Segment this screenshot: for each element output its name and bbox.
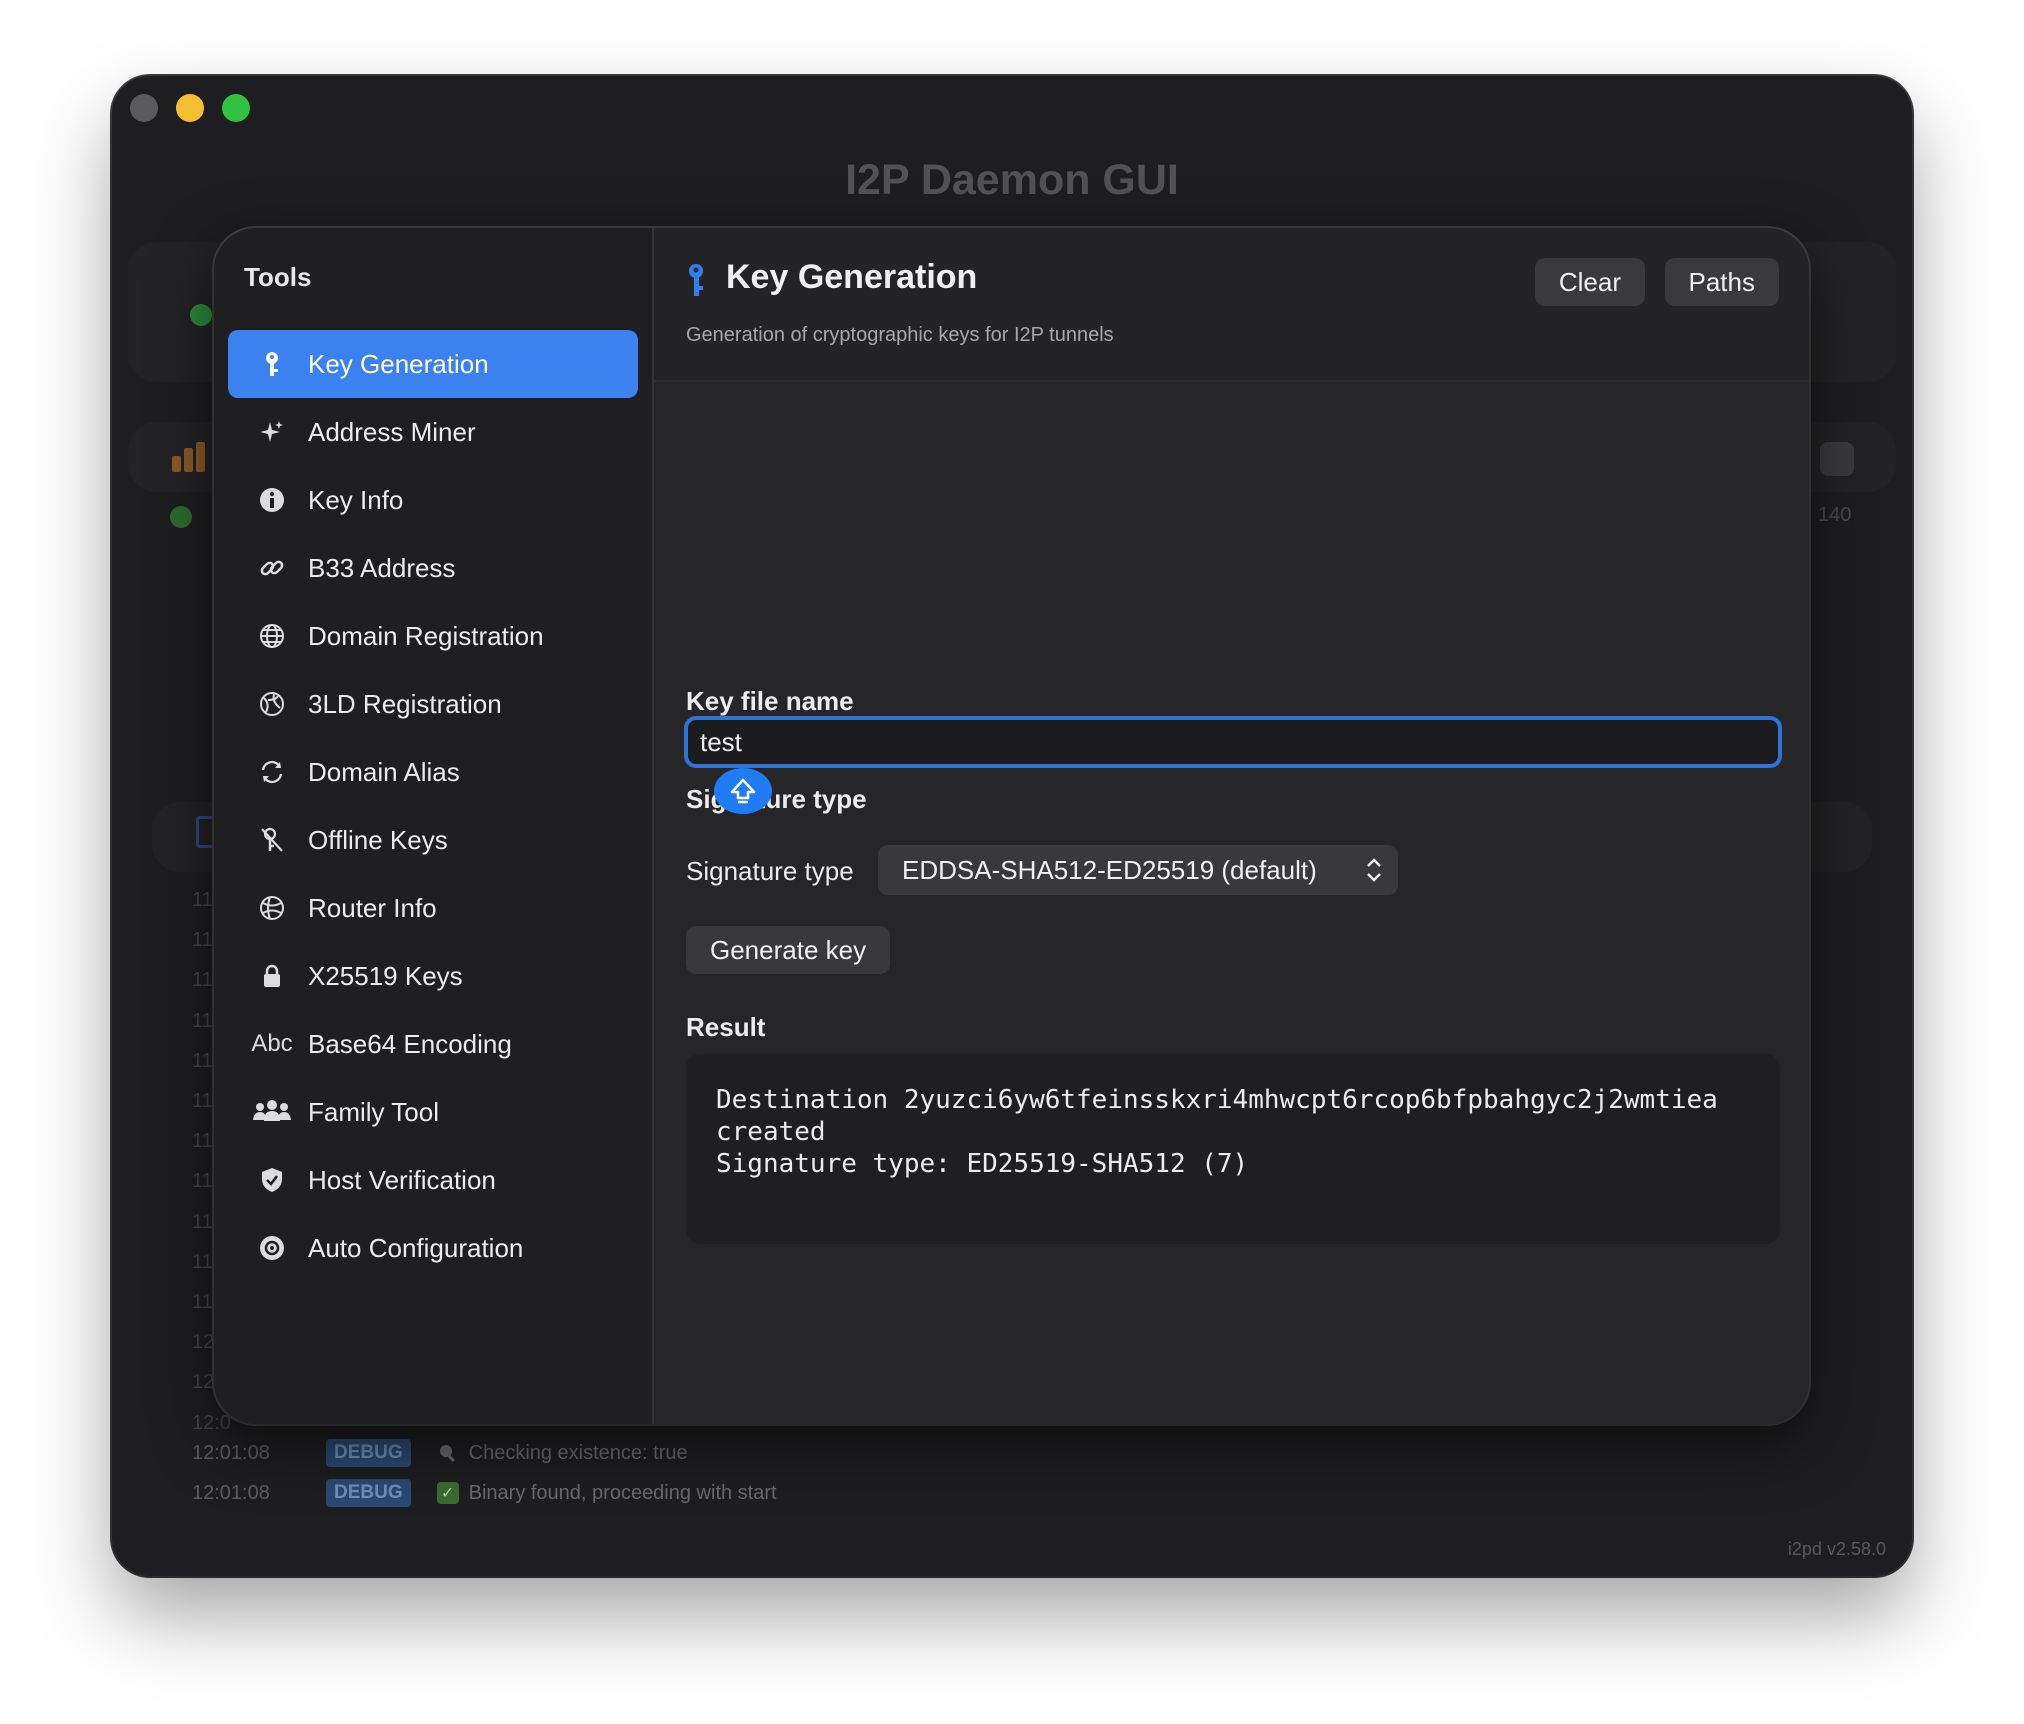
sidebar-item-domain-alias[interactable]: Domain Alias (228, 738, 638, 806)
key-icon (684, 262, 708, 298)
tools-sheet: Tools Key Generation Address Miner Key I… (214, 228, 1809, 1424)
sidebar-item-3ld-registration[interactable]: 3LD Registration (228, 670, 638, 738)
checkmark-icon: ✓ (436, 1482, 459, 1504)
paths-button[interactable]: Paths (1664, 258, 1779, 306)
sidebar-item-address-miner[interactable]: Address Miner (228, 398, 638, 466)
sidebar-item-key-generation[interactable]: Key Generation (228, 330, 638, 398)
status-dot-icon (190, 304, 212, 326)
close-window-button[interactable] (130, 94, 158, 122)
magnifier-icon (437, 1442, 459, 1464)
key-file-label: Key file name (686, 686, 854, 716)
refresh-icon[interactable] (1820, 442, 1854, 476)
signature-type-value: EDDSA-SHA512-ED25519 (default) (902, 854, 1317, 885)
caps-lock-icon (714, 768, 772, 814)
tool-title: Key Generation (726, 258, 978, 296)
sidebar-item-x25519-keys[interactable]: X25519 Keys (228, 942, 638, 1010)
sidebar-item-host-verification[interactable]: Host Verification (228, 1146, 638, 1214)
sparkle-icon (248, 418, 296, 446)
sidebar-title: Tools (244, 262, 312, 292)
version-label: i2pd v2.58.0 (1787, 1539, 1886, 1559)
gear-circle-icon (248, 1234, 296, 1262)
download-indicator-icon (170, 506, 192, 528)
people-icon (248, 1098, 296, 1126)
key-file-input[interactable] (684, 716, 1782, 768)
result-output: Destination 2yuzci6yw6tfeinsskxri4mhwcpt… (686, 1054, 1780, 1244)
tools-nav: Key Generation Address Miner Key Info B3… (228, 330, 638, 1282)
shield-check-icon (248, 1166, 296, 1194)
minimize-window-button[interactable] (176, 94, 204, 122)
result-line: created (716, 1117, 826, 1147)
sidebar-item-family-tool[interactable]: Family Tool (228, 1078, 638, 1146)
tool-header: Key Generation Generation of cryptograph… (654, 228, 1809, 382)
key-slash-icon (248, 826, 296, 854)
debug-badge: DEBUG (326, 1439, 411, 1467)
tool-subtitle: Generation of cryptographic keys for I2P… (686, 324, 1114, 346)
abc-icon: Abc (251, 1030, 293, 1057)
clear-button[interactable]: Clear (1534, 258, 1645, 306)
info-icon (248, 486, 296, 514)
key-generation-form: Key file name Signature type Signature t… (654, 380, 1809, 1424)
debug-badge: DEBUG (326, 1479, 411, 1507)
window-title: I2P Daemon GUI (845, 156, 1179, 204)
sidebar-item-offline-keys[interactable]: Offline Keys (228, 806, 638, 874)
signature-type-label: Signature type (686, 856, 854, 886)
sidebar-item-key-info[interactable]: Key Info (228, 466, 638, 534)
refresh-icon (248, 758, 296, 786)
maximize-window-button[interactable] (222, 94, 250, 122)
bandwidth-bars-icon (172, 442, 208, 472)
sidebar-item-base64-encoding[interactable]: Abc Base64 Encoding (228, 1010, 638, 1078)
signature-type-select[interactable]: EDDSA-SHA512-ED25519 (default) (878, 845, 1398, 895)
globe-icon (248, 894, 296, 922)
tools-sidebar: Tools Key Generation Address Miner Key I… (214, 228, 654, 1424)
result-label: Result (686, 1012, 766, 1042)
result-line: Destination 2yuzci6yw6tfeinsskxri4mhwcpt… (716, 1085, 1718, 1115)
log-row: 12:01:08 DEBUG ✓ Binary found, proceedin… (192, 1477, 777, 1509)
chevron-updown-icon (1364, 853, 1384, 887)
sidebar-item-domain-registration[interactable]: Domain Registration (228, 602, 638, 670)
generate-key-button[interactable]: Generate key (686, 926, 891, 974)
key-icon (248, 350, 296, 378)
app-window: I2P Daemon GUI 140 11 11 11 11 11 11 11 11 11 11 1… (112, 76, 1912, 1576)
log-row: 12:01:08 DEBUG Checking existence: true (192, 1437, 688, 1469)
network-globe-icon (248, 690, 296, 718)
globe-icon (248, 622, 296, 650)
sidebar-item-auto-configuration[interactable]: Auto Configuration (228, 1214, 638, 1282)
sidebar-item-b33-address[interactable]: B33 Address (228, 534, 638, 602)
link-icon (248, 554, 296, 582)
sidebar-item-router-info[interactable]: Router Info (228, 874, 638, 942)
lock-icon (248, 962, 296, 990)
peer-count: 140 (1818, 504, 1852, 526)
result-line: Signature type: ED25519-SHA512 (7) (716, 1149, 1249, 1179)
